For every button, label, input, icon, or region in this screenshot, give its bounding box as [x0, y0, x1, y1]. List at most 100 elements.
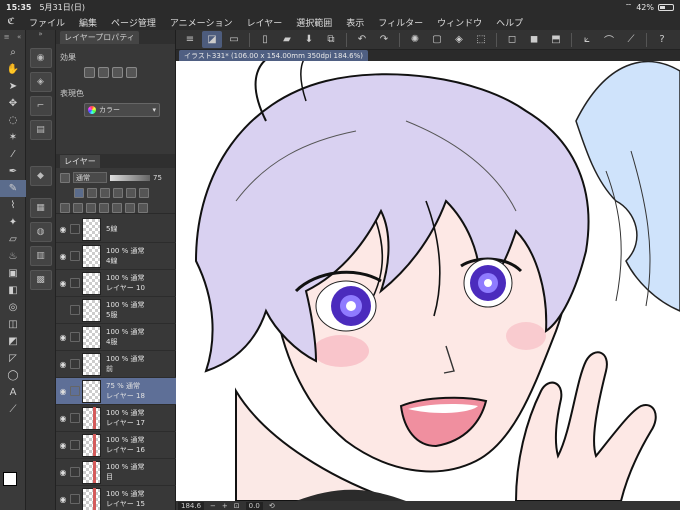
layer-row[interactable]: ◉ 100 % 通常前: [56, 351, 176, 378]
transform-icon[interactable]: ⬚: [471, 31, 491, 48]
zoom-value[interactable]: 184.6: [178, 501, 205, 510]
layer-row[interactable]: ◉ 100 % 通常目: [56, 459, 176, 486]
effect-extract-icon[interactable]: [112, 67, 123, 78]
lock-transparency-icon[interactable]: [126, 187, 136, 198]
brush-snap-icon[interactable]: ⌒: [599, 31, 619, 48]
save-icon[interactable]: ⬇: [299, 31, 319, 48]
edit-target-icon[interactable]: [70, 467, 80, 477]
eye-icon[interactable]: ◉: [56, 279, 70, 288]
new-file-icon[interactable]: ▯: [255, 31, 275, 48]
eye-icon[interactable]: ◉: [56, 468, 70, 477]
history-icon[interactable]: ▥: [29, 246, 52, 266]
edit-target-icon[interactable]: [70, 251, 80, 261]
blend-tool-icon[interactable]: ♨: [0, 248, 26, 265]
open-file-icon[interactable]: ▰: [277, 31, 297, 48]
edit-target-icon[interactable]: [70, 386, 80, 396]
fill-tool-icon[interactable]: ▣: [0, 265, 26, 282]
eyedropper-icon[interactable]: ⁄: [0, 146, 26, 163]
deselect-icon[interactable]: ◻: [502, 31, 522, 48]
sub-tool-detail-icon[interactable]: ◉: [29, 48, 52, 68]
material-icon[interactable]: ◍: [29, 222, 52, 242]
new-folder-icon[interactable]: [86, 202, 96, 213]
expression-color-select[interactable]: カラー ▾: [84, 103, 160, 117]
edit-target-icon[interactable]: [70, 413, 80, 423]
navigator-icon[interactable]: ▦: [29, 198, 52, 218]
main-color-swatch[interactable]: [3, 472, 17, 486]
undo-icon[interactable]: ↶: [352, 31, 372, 48]
angle-value[interactable]: 0.0: [245, 501, 263, 510]
hand-tool-icon[interactable]: ✋: [0, 61, 26, 78]
ruler-tool-icon[interactable]: ◸: [0, 350, 26, 367]
menu-icon[interactable]: ≡: [180, 31, 200, 48]
operation-tool-icon[interactable]: ➤: [0, 78, 26, 95]
airbrush-icon[interactable]: ✦: [0, 214, 26, 231]
spiral-tool-icon[interactable]: ◎: [0, 299, 26, 316]
lasso-tool-icon[interactable]: ◌: [0, 112, 26, 129]
frame-tool-icon[interactable]: ◩: [0, 333, 26, 350]
app-logo-icon[interactable]: ℭ: [0, 17, 22, 27]
zoom-tool-icon[interactable]: ⌕: [0, 44, 26, 61]
eye-icon[interactable]: ◉: [56, 360, 70, 369]
invert-selection-icon[interactable]: ◼: [524, 31, 544, 48]
property-tab[interactable]: レイヤープロパティ: [60, 30, 139, 44]
sub-tool-stack-icon[interactable]: ▤: [29, 120, 52, 140]
menu-edit[interactable]: 編集: [72, 16, 104, 29]
pen-tool-icon[interactable]: ✒: [0, 163, 26, 180]
sub-tool-layer-icon[interactable]: ◈: [29, 72, 52, 92]
edit-target-icon[interactable]: [70, 359, 80, 369]
layer-row[interactable]: ◉ 5線: [56, 216, 176, 243]
menu-layer[interactable]: レイヤー: [240, 16, 290, 29]
menu-help[interactable]: ヘルプ: [489, 16, 530, 29]
effect-tone-icon[interactable]: [98, 67, 109, 78]
eye-icon[interactable]: ◉: [56, 414, 70, 423]
magic-wand-icon[interactable]: ✶: [0, 129, 26, 146]
edit-target-icon[interactable]: [70, 278, 80, 288]
edit-target-icon[interactable]: [70, 332, 80, 342]
layer-row[interactable]: ◉ 100 % 通常 4服: [56, 324, 176, 351]
layer-stack-icon[interactable]: ◆: [29, 166, 52, 186]
help-icon[interactable]: ?: [652, 31, 672, 48]
drawing-canvas[interactable]: [176, 61, 680, 501]
gradient-tool-icon[interactable]: ◧: [0, 282, 26, 299]
transfer-down-icon[interactable]: [99, 202, 109, 213]
combine-icon[interactable]: [112, 202, 122, 213]
move-tool-icon[interactable]: ✥: [0, 95, 26, 112]
text-tool-icon[interactable]: A: [0, 384, 26, 401]
brush-tool-icon[interactable]: ⌇: [0, 197, 26, 214]
zoom-in-icon[interactable]: +: [222, 502, 228, 510]
figure-tool-icon[interactable]: ◫: [0, 316, 26, 333]
menu-page[interactable]: ページ管理: [104, 16, 163, 29]
layer-row[interactable]: ◉ 100 % 通常 4線: [56, 243, 176, 270]
sub-tool-brush-icon[interactable]: ⌐: [29, 96, 52, 116]
new-vector-layer-icon[interactable]: [73, 202, 83, 213]
pen-snap-icon[interactable]: ⟋: [621, 31, 641, 48]
export-icon[interactable]: ⧉: [321, 31, 341, 48]
fit-icon[interactable]: ⊡: [234, 502, 240, 510]
zoom-out-icon[interactable]: −: [210, 502, 216, 510]
layer-color-icon[interactable]: [60, 172, 70, 183]
layer-row[interactable]: ◉ 100 % 通常 レイヤー 15: [56, 486, 176, 510]
eye-icon[interactable]: ◉: [56, 333, 70, 342]
edit-mode-icon[interactable]: ◪: [202, 31, 222, 48]
opacity-value[interactable]: 75: [153, 174, 162, 182]
menu-window[interactable]: ウィンドウ: [430, 16, 489, 29]
image-icon[interactable]: ▩: [29, 270, 52, 290]
mask-icon[interactable]: [139, 187, 149, 198]
correction-tool-icon[interactable]: ⟋: [0, 401, 26, 418]
loading-icon[interactable]: ✺: [405, 31, 425, 48]
menu-filter[interactable]: フィルター: [371, 16, 430, 29]
effect-border-icon[interactable]: [84, 67, 95, 78]
rotate-icon[interactable]: ⟲: [269, 502, 275, 510]
crop-icon[interactable]: ⬒: [546, 31, 566, 48]
eye-icon[interactable]: ◉: [56, 387, 70, 396]
opacity-slider[interactable]: [110, 174, 150, 181]
ruler-snap-icon[interactable]: ⟀: [577, 31, 597, 48]
fill-icon[interactable]: ◈: [449, 31, 469, 48]
clip-layer-icon[interactable]: [74, 187, 84, 198]
menu-view[interactable]: 表示: [339, 16, 371, 29]
clear-selection-icon[interactable]: ▢: [427, 31, 447, 48]
eye-icon[interactable]: ◉: [56, 495, 70, 504]
menu-selection[interactable]: 選択範囲: [289, 16, 339, 29]
menu-animation[interactable]: アニメーション: [163, 16, 240, 29]
lock-layer-icon[interactable]: [113, 187, 123, 198]
